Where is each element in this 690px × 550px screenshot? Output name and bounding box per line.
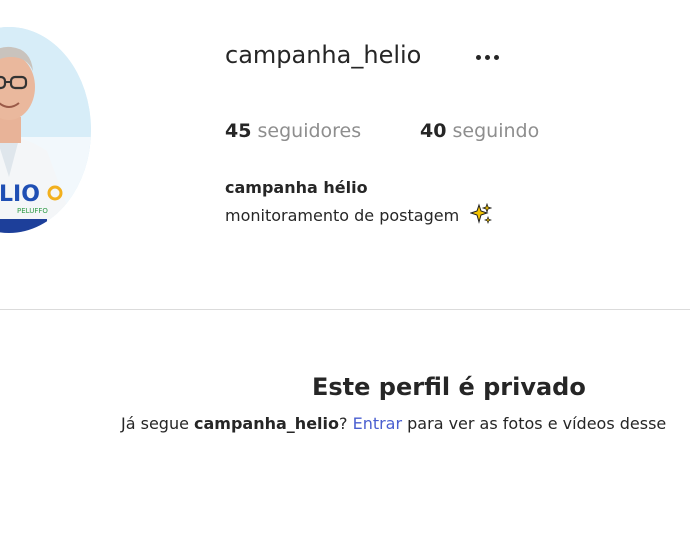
followers-label: seguidores xyxy=(257,120,362,142)
private-profile-title: Este perfil é privado xyxy=(312,373,586,401)
following-count: 40 xyxy=(420,120,447,142)
profile-bio: monitoramento de postagem xyxy=(225,202,493,229)
profile-full-name: campanha hélio xyxy=(225,178,368,197)
more-dot xyxy=(475,54,481,60)
bio-text: monitoramento de postagem xyxy=(225,206,460,225)
followers-stat[interactable]: 45 seguidores xyxy=(225,120,361,142)
followers-count: 45 xyxy=(225,120,252,142)
more-options-icon[interactable] xyxy=(466,45,508,69)
more-dot xyxy=(484,54,490,60)
private-msg-username: campanha_helio xyxy=(194,414,339,433)
profile-avatar[interactable]: LIO PELUFFO xyxy=(0,27,91,233)
private-msg-prefix: Já segue xyxy=(121,414,195,433)
avatar-badge-subtext: PELUFFO xyxy=(17,207,48,215)
private-msg-suffix: para ver as fotos e vídeos desse xyxy=(402,414,667,433)
sparkles-icon xyxy=(469,202,493,229)
private-profile-message: Já segue campanha_helio? Entrar para ver… xyxy=(121,414,666,433)
login-link[interactable]: Entrar xyxy=(353,414,402,433)
private-msg-question: ? xyxy=(339,414,353,433)
profile-page: LIO PELUFFO campanha_helio 45 seguidores… xyxy=(0,0,690,550)
more-dot xyxy=(493,54,499,60)
avatar-photo: LIO PELUFFO xyxy=(0,27,91,233)
following-label: seguindo xyxy=(452,120,540,142)
avatar-badge-text: LIO xyxy=(0,182,40,207)
following-stat[interactable]: 40 seguindo xyxy=(420,120,539,142)
section-divider xyxy=(0,309,690,310)
profile-username: campanha_helio xyxy=(225,41,422,69)
